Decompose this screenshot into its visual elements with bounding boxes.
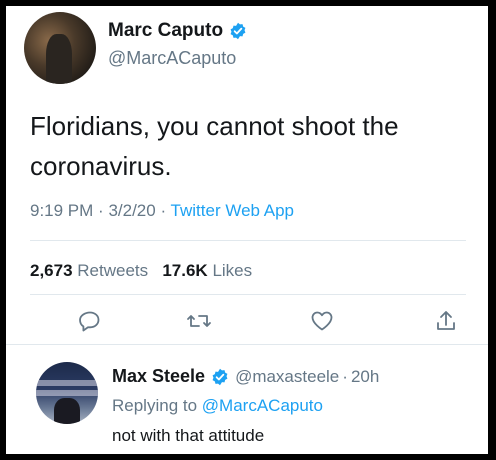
replying-mention[interactable]: @MarcACaputo (202, 396, 323, 415)
share-upload-icon[interactable] (434, 309, 458, 333)
author-display-name[interactable]: Marc Caputo (108, 20, 223, 42)
divider (30, 240, 466, 241)
retweet-arrows-icon[interactable] (186, 309, 211, 333)
comment-bubble-icon[interactable] (78, 309, 102, 333)
main-tweet: Marc Caputo @MarcACaputo Floridians, you… (6, 6, 488, 346)
tweet-date[interactable]: 3/2/20 (108, 201, 155, 220)
reply-author-avatar[interactable] (36, 362, 98, 424)
retweets-count: 2,673 (30, 261, 73, 280)
likes-stat[interactable]: 17.6K Likes (162, 261, 252, 280)
divider (30, 294, 466, 295)
avatar-banner (36, 390, 98, 396)
reply-age[interactable]: 20h (351, 367, 379, 387)
replying-to-line: Replying to @MarcACaputo (112, 396, 323, 416)
replying-prefix: Replying to (112, 396, 198, 415)
author-handle[interactable]: @MarcACaputo (108, 48, 236, 69)
engagement-stats: 2,673 Retweets 17.6K Likes (30, 261, 252, 281)
author-name-row: Marc Caputo (108, 20, 247, 42)
verified-badge-icon (211, 368, 229, 386)
author-avatar[interactable] (24, 12, 96, 84)
likes-count: 17.6K (162, 261, 208, 280)
avatar-figure (46, 34, 72, 84)
tweet-time[interactable]: 9:19 PM (30, 201, 93, 220)
likes-label: Likes (212, 261, 253, 280)
avatar-banner (36, 380, 98, 386)
divider (6, 344, 488, 345)
avatar-figure (54, 398, 80, 424)
tweet-source[interactable]: Twitter Web App (171, 201, 294, 220)
tweet-meta: 9:19 PM · 3/2/20 · Twitter Web App (30, 201, 294, 221)
meta-separator: · (160, 201, 167, 220)
meta-separator: · (98, 201, 104, 220)
heart-icon[interactable] (310, 309, 334, 333)
retweets-stat[interactable]: 2,673 Retweets (30, 261, 153, 280)
retweets-label: Retweets (77, 261, 149, 280)
tweet-text: Floridians, you cannot shoot the coronav… (30, 111, 399, 181)
reply-name-row: Max Steele @maxasteele · 20h (112, 366, 379, 387)
meta-separator: · (342, 366, 348, 386)
reply-text: not with that attitude (112, 426, 265, 445)
tweet-screenshot: Marc Caputo @MarcACaputo Floridians, you… (6, 6, 488, 454)
verified-badge-icon (229, 22, 247, 40)
reply-display-name[interactable]: Max Steele (112, 366, 205, 387)
reply-handle[interactable]: @maxasteele (235, 367, 339, 387)
